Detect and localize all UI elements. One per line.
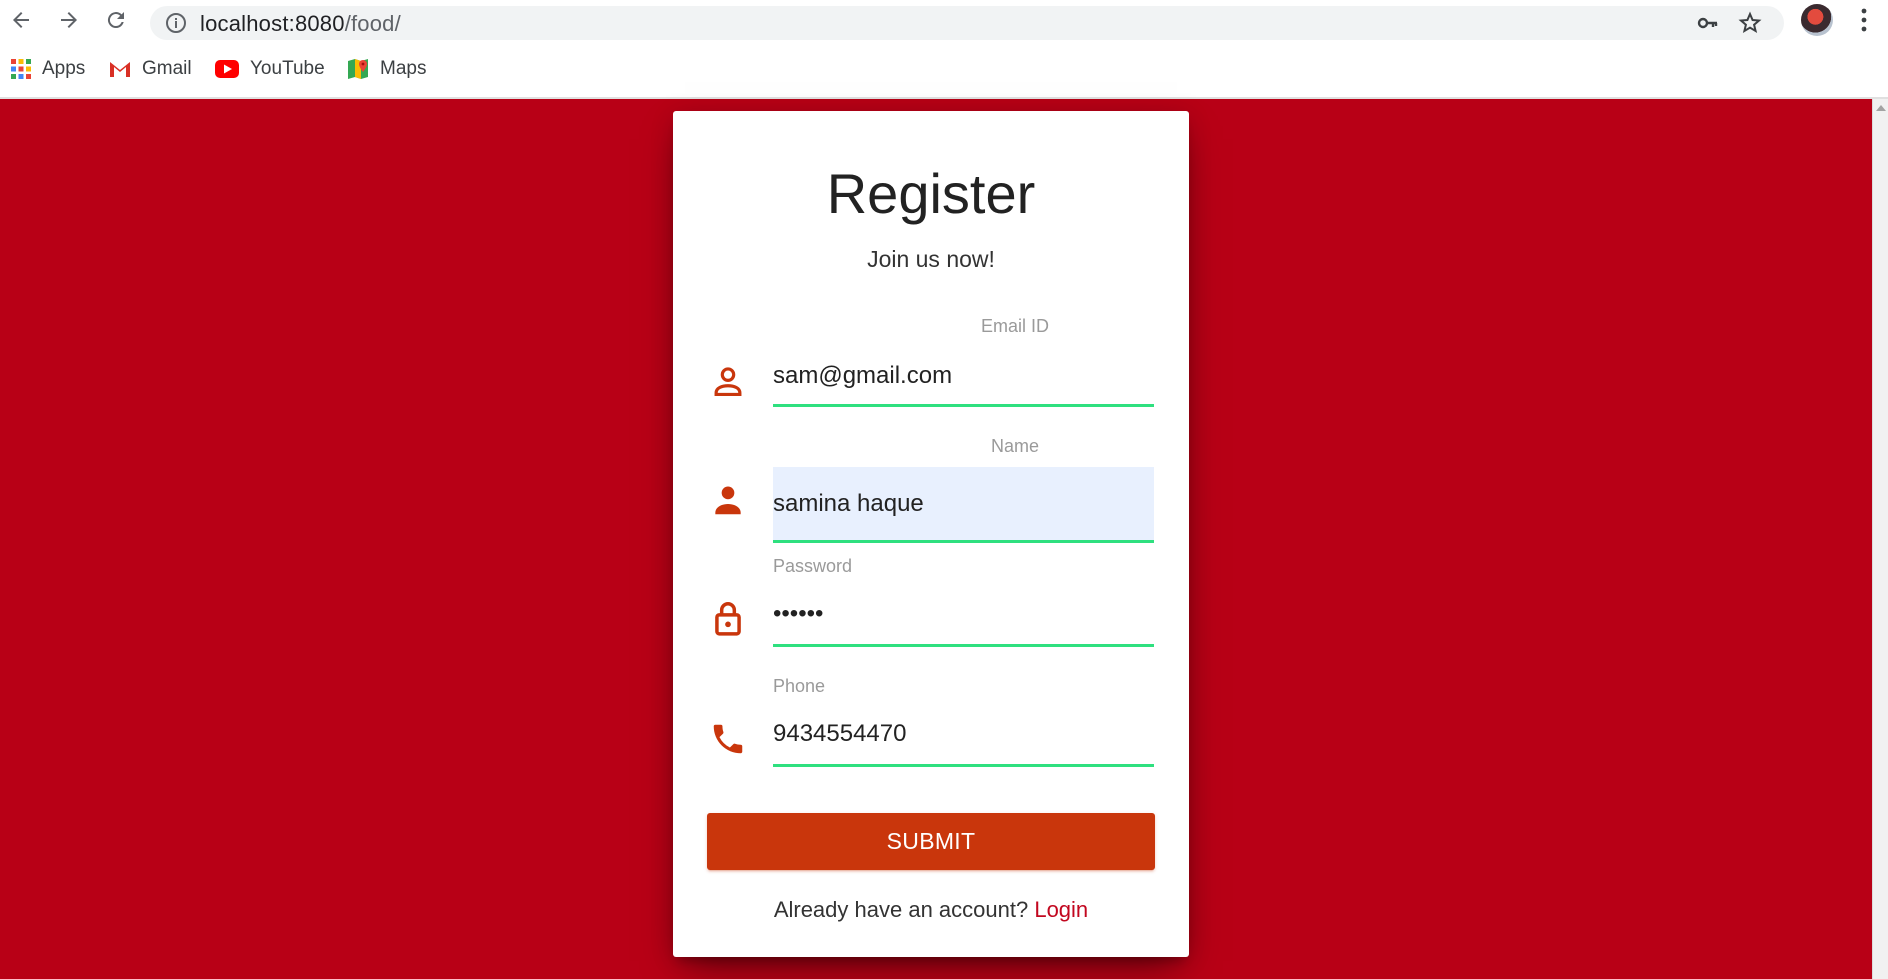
phone-underline bbox=[773, 764, 1154, 767]
address-bar[interactable]: localhost:8080/food/ bbox=[150, 6, 1784, 40]
email-label: Email ID bbox=[981, 316, 1050, 336]
maps-icon bbox=[348, 59, 368, 79]
page-subtitle: Join us now! bbox=[867, 246, 995, 272]
info-icon[interactable] bbox=[164, 11, 188, 35]
login-prompt-text: Already have an account? bbox=[773, 897, 1035, 922]
back-button[interactable] bbox=[4, 3, 38, 37]
bookmark-label: Gmail bbox=[142, 58, 192, 79]
password-underline bbox=[773, 644, 1154, 647]
lock-icon bbox=[715, 602, 741, 636]
star-icon[interactable] bbox=[1738, 11, 1762, 35]
name-underline bbox=[773, 540, 1154, 543]
page-title: Register bbox=[826, 162, 1036, 225]
login-prompt: Already have an account? Login bbox=[673, 897, 1189, 923]
email-underline bbox=[773, 404, 1154, 407]
password-label: Password bbox=[773, 556, 853, 576]
url-path: /food/ bbox=[344, 11, 401, 36]
name-label: Name bbox=[991, 436, 1040, 456]
bookmark-gmail[interactable]: Gmail bbox=[108, 56, 192, 82]
register-card: Register Join us now! Email ID Name Pass… bbox=[673, 111, 1189, 957]
youtube-icon bbox=[215, 60, 239, 78]
bookmark-label: YouTube bbox=[250, 58, 325, 79]
forward-button[interactable] bbox=[52, 3, 86, 37]
key-icon[interactable] bbox=[1696, 11, 1720, 35]
gmail-icon bbox=[110, 62, 130, 77]
more-vert-icon[interactable] bbox=[1852, 6, 1876, 34]
person-outline-icon bbox=[714, 367, 742, 397]
bookmarks-bar: Apps Gmail YouTube Maps bbox=[0, 50, 1888, 88]
vertical-scrollbar[interactable] bbox=[1872, 99, 1888, 979]
person-icon bbox=[715, 486, 741, 515]
email-field-group: Email ID bbox=[673, 316, 1189, 426]
phone-input[interactable] bbox=[773, 710, 1154, 758]
scroll-up-arrow-icon[interactable] bbox=[1876, 105, 1886, 111]
name-field-group: Name bbox=[673, 436, 1189, 546]
apps-grid-icon bbox=[11, 59, 31, 79]
submit-button[interactable]: SUBMIT bbox=[707, 813, 1155, 870]
phone-icon bbox=[713, 724, 743, 754]
bookmark-apps[interactable]: Apps bbox=[10, 56, 85, 82]
bookmark-label: Maps bbox=[380, 58, 427, 79]
bookmark-youtube[interactable]: YouTube bbox=[214, 56, 325, 82]
email-input[interactable] bbox=[773, 352, 1154, 400]
browser-toolbar: localhost:8080/food/ bbox=[0, 0, 1888, 40]
name-input[interactable] bbox=[773, 467, 1154, 540]
password-field-group: Password bbox=[673, 556, 1189, 666]
bookmark-label: Apps bbox=[42, 58, 86, 79]
reload-button[interactable] bbox=[99, 3, 133, 37]
bookmark-maps[interactable]: Maps bbox=[346, 56, 426, 82]
phone-label: Phone bbox=[773, 676, 826, 696]
url-text[interactable]: localhost:8080/food/ bbox=[200, 11, 401, 37]
arrow-right-icon bbox=[61, 12, 77, 28]
phone-field-group: Phone bbox=[673, 676, 1189, 786]
url-host: localhost:8080 bbox=[200, 11, 345, 36]
avatar[interactable] bbox=[1801, 4, 1833, 36]
login-link[interactable]: Login bbox=[1034, 897, 1088, 922]
password-input[interactable] bbox=[773, 590, 1154, 638]
reload-icon bbox=[107, 12, 124, 29]
arrow-left-icon bbox=[13, 12, 29, 28]
